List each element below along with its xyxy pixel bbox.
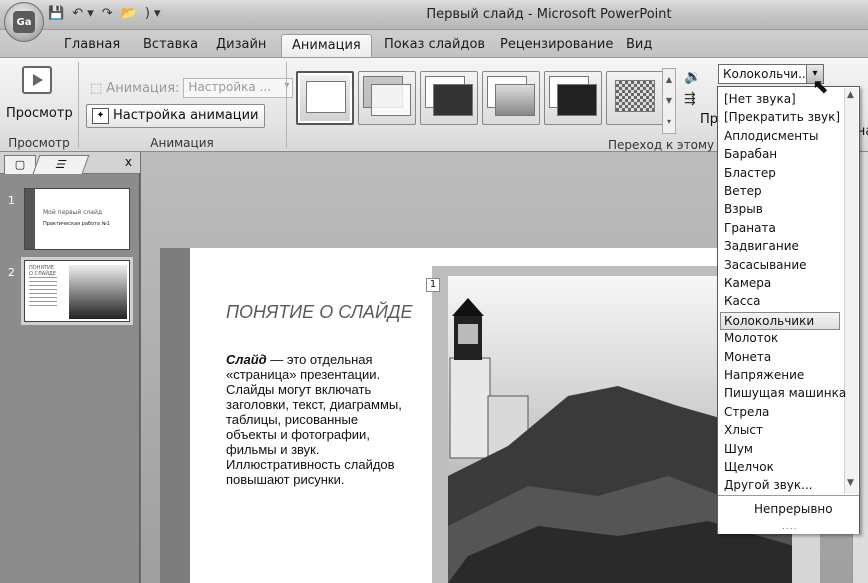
group-label-preview: Просмотр — [8, 136, 70, 150]
preview-button[interactable]: Просмотр — [6, 106, 73, 121]
resize-grip-icon[interactable]: .... — [782, 522, 797, 532]
tab-animation[interactable]: Анимация — [281, 34, 372, 57]
scroll-up-icon[interactable]: ▲ — [847, 90, 854, 100]
transition-sound-icons: 🔉 ⇶ — [684, 66, 701, 110]
preview-icon[interactable] — [22, 66, 52, 94]
slide-body-text: — это отдельная «страница» презентации. … — [226, 352, 402, 487]
group-label-transition: Переход к этому сл — [608, 138, 733, 152]
sound-option[interactable]: Пишущая машинка — [722, 385, 846, 403]
ribbon-tabs: Главная Вставка Дизайн Анимация Показ сл… — [0, 30, 868, 57]
sound-option[interactable]: Напряжение — [722, 367, 842, 385]
transition-preview-icon — [433, 84, 473, 116]
transition-preview-icon — [557, 84, 597, 116]
sound-option[interactable]: Задвигание — [722, 238, 842, 256]
transition-cut-black[interactable] — [544, 71, 602, 125]
transition-preview-icon — [615, 80, 655, 112]
transition-preview-icon — [495, 84, 535, 116]
slide-thumbnail-2[interactable]: ПОНЯТИЕ О СЛАЙДЕ — [21, 257, 133, 325]
apply-to-all-label[interactable]: Пр — [700, 112, 718, 127]
group-label-animation: Анимация — [150, 136, 214, 150]
group-divider — [78, 62, 79, 148]
dropdown-footer: Непрерывно .... — [718, 495, 859, 534]
sound-option[interactable]: Бластер — [722, 165, 842, 183]
office-logo-icon: Ga — [13, 11, 35, 33]
slides-panel: ▢ ☰ x 1 Мой первый слайд Практическая ра… — [0, 152, 140, 583]
thumb-title: ПОНЯТИЕ О СЛАЙДЕ — [29, 265, 57, 277]
sound-option[interactable]: [Прекратить звук] — [722, 109, 842, 127]
dropdown-scrollbar[interactable]: ▲ ▼ — [844, 88, 858, 494]
transition-cut[interactable] — [482, 71, 540, 125]
sound-option[interactable]: Касса — [722, 293, 842, 311]
thumb-body — [29, 277, 57, 307]
sound-option[interactable]: Монета — [722, 349, 842, 367]
tab-design[interactable]: Дизайн — [216, 34, 266, 57]
speed-icon[interactable]: ⇶ — [684, 88, 701, 110]
mouse-cursor-icon: ⬉ — [812, 74, 829, 98]
thumb-subtitle: Практическая работа №1 — [43, 221, 110, 227]
transition-preview-icon — [371, 84, 411, 116]
transition-none[interactable] — [296, 71, 354, 125]
animation-label: Анимация: — [106, 80, 180, 96]
office-button[interactable]: Ga — [4, 2, 44, 42]
loop-until-next-sound-option[interactable]: Непрерывно — [754, 502, 833, 516]
custom-animation-icon: ✦ — [92, 108, 109, 124]
gallery-scroll[interactable]: ▲ ▼ ▾ — [662, 68, 676, 134]
transition-fade-black[interactable] — [420, 71, 478, 125]
thumb-strip — [25, 189, 35, 249]
sound-option[interactable]: Щелчок — [722, 459, 842, 477]
slide-number: 2 — [8, 266, 15, 279]
slide-thumbnail-1[interactable]: Мой первый слайд Практическая работа №1 — [24, 188, 130, 250]
slide-body-term: Слайд — [226, 352, 267, 367]
scroll-down-icon[interactable]: ▼ — [847, 478, 854, 488]
animation-icon: ⬚ — [90, 80, 103, 96]
slides-tab-icon[interactable]: ▢ — [4, 155, 36, 174]
sound-option[interactable]: Засасывание — [722, 257, 842, 275]
sound-dropdown-list: ▲ ▼ [Нет звука] [Прекратить звук] Аплодисм… — [717, 86, 860, 534]
thumb-title: Мой первый слайд — [43, 209, 103, 216]
thumb-photo — [69, 265, 127, 319]
animation-order-badge: 1 — [426, 278, 440, 292]
slide-decor-strip — [160, 248, 190, 583]
sound-option[interactable]: Аплодисменты — [722, 128, 842, 146]
sound-option[interactable]: Колокольчики — [720, 311, 840, 330]
sound-icon[interactable]: 🔉 — [684, 66, 701, 88]
animation-dropdown[interactable]: Настройка ... — [183, 78, 294, 98]
group-divider — [286, 62, 287, 148]
sound-option[interactable]: Шум — [722, 441, 842, 459]
sound-option[interactable]: Ветер — [722, 183, 842, 201]
animation-row: ⬚ Анимация: Настройка ... — [90, 78, 294, 98]
sound-option[interactable]: Барабан — [722, 146, 842, 164]
sound-option[interactable]: Взрыв — [722, 201, 842, 219]
sound-option[interactable]: Граната — [722, 220, 842, 238]
sound-option[interactable]: Стрела — [722, 404, 842, 422]
title-bar: 💾 ↶ ▾ ↷ 📂 ) ▾ Первый слайд - Microsoft P… — [0, 0, 868, 30]
sound-option[interactable]: Молоток — [722, 330, 842, 348]
sound-option[interactable]: Хлыст — [722, 422, 842, 440]
sound-option[interactable]: Камера — [722, 275, 842, 293]
tab-slideshow[interactable]: Показ слайдов — [384, 34, 485, 57]
tab-view[interactable]: Вид — [626, 34, 652, 57]
tab-home[interactable]: Главная — [64, 34, 120, 57]
custom-animation-label: Настройка анимации — [113, 108, 259, 123]
window-title: Первый слайд - Microsoft PowerPoint — [426, 7, 672, 22]
panel-tabs: ▢ ☰ x — [0, 152, 140, 174]
slide-body[interactable]: Слайд — это отдельная «страница» презент… — [226, 352, 404, 487]
sound-option[interactable]: Другой звук... — [722, 477, 842, 495]
transition-preview-icon — [306, 81, 346, 113]
transition-dissolve[interactable] — [606, 71, 664, 125]
tab-review[interactable]: Рецензирование — [500, 34, 613, 57]
tab-insert[interactable]: Вставка — [143, 34, 198, 57]
transition-fade[interactable] — [358, 71, 416, 125]
custom-animation-button[interactable]: ✦ Настройка анимации — [86, 104, 265, 128]
outline-tab-icon[interactable]: ☰ — [32, 155, 90, 174]
close-icon[interactable]: x — [125, 155, 132, 169]
slide-number: 1 — [8, 194, 15, 207]
slide-title[interactable]: ПОНЯТИЕ О СЛАЙДЕ — [226, 302, 416, 322]
